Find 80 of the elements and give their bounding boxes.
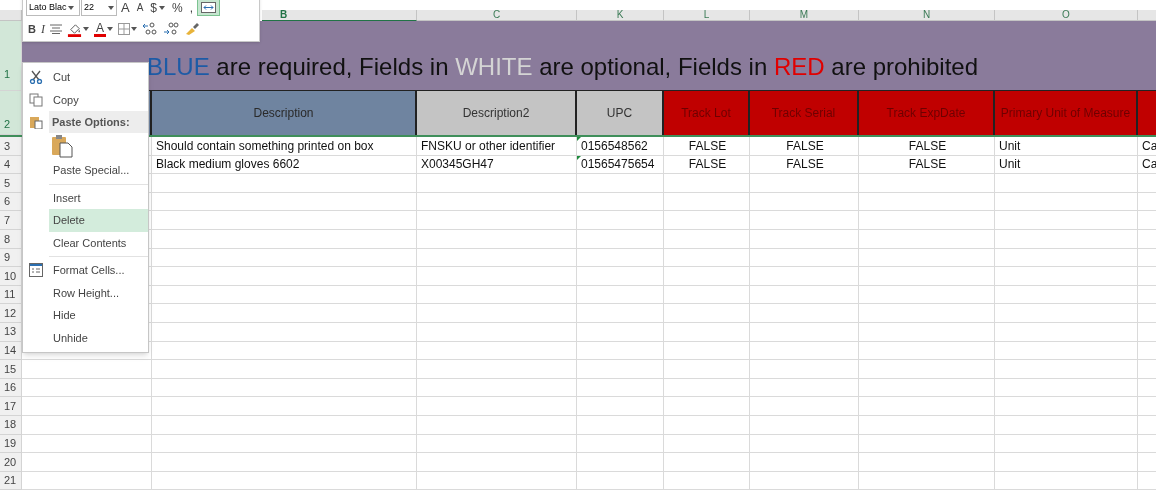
row-header[interactable]: 17 — [0, 397, 22, 416]
table-cell: FALSE — [750, 137, 859, 156]
format-button[interactable]: A — [118, 0, 133, 16]
borders-icon — [117, 23, 130, 35]
caret-icon — [106, 27, 113, 31]
column-header[interactable]: B — [262, 10, 417, 21]
row-header[interactable]: 5 — [0, 174, 22, 193]
table-cell: Black medium gloves 6602 — [152, 155, 417, 175]
clipboard-icon — [29, 115, 43, 129]
caret-icon — [67, 5, 74, 10]
merge-cells-icon — [201, 2, 217, 13]
table-cell: FALSE — [859, 137, 995, 156]
menu-item[interactable]: Insert — [49, 186, 148, 209]
header-cell: UPC — [577, 91, 664, 135]
menu-item[interactable]: Hide — [49, 304, 148, 327]
header-cell: Track Serial — [750, 91, 859, 135]
format-button[interactable]: A — [133, 0, 147, 16]
paste-icon[interactable] — [51, 134, 73, 158]
font-size-field[interactable]: 22 — [81, 0, 117, 16]
table-cell: Unit — [995, 155, 1138, 175]
merge-button[interactable] — [197, 0, 221, 16]
align-icon — [49, 24, 62, 34]
menu-item[interactable]: Unhide — [49, 326, 148, 349]
format-button[interactable]: $ — [147, 0, 169, 16]
menu-item[interactable]: Cut — [49, 66, 148, 89]
table-cell: FALSE — [859, 155, 995, 175]
format-button[interactable]: A — [91, 19, 115, 39]
row-header[interactable]: 20 — [0, 453, 22, 472]
header-cell: Primary Unit of Measure — [995, 91, 1138, 135]
column-header[interactable]: M — [750, 10, 859, 21]
header-cell: Track Lot — [664, 91, 750, 135]
column-header[interactable]: N — [859, 10, 995, 21]
column-header[interactable]: C — [417, 10, 577, 21]
format-button[interactable]: B — [26, 19, 38, 39]
menu-item[interactable]: Delete — [49, 209, 148, 232]
error-indicator-icon — [577, 155, 581, 160]
table-cell: 0156548562 — [577, 137, 664, 156]
row-header[interactable]: 15 — [0, 360, 22, 379]
table-cell: FALSE — [664, 155, 750, 175]
menu-item[interactable]: Row Height... — [49, 281, 148, 304]
format-button[interactable]: , — [186, 0, 197, 16]
format-button[interactable]: % — [169, 0, 186, 16]
menu-item[interactable]: Copy — [49, 88, 148, 111]
menu-section-header: Paste Options: — [49, 111, 148, 133]
format-cells-icon — [29, 263, 43, 278]
row-header[interactable]: 12 — [0, 304, 22, 323]
copy-icon — [29, 92, 43, 107]
table-cell: X00345GH47 — [417, 155, 577, 175]
table-cell: FALSE — [664, 137, 750, 156]
header-cell: Description — [152, 91, 417, 135]
menu-item[interactable]: Format Cells... — [49, 259, 148, 282]
caret-icon — [159, 5, 166, 10]
caret-icon — [108, 5, 114, 10]
table-cell: 01565475654 — [577, 155, 664, 175]
row-header[interactable]: 1 — [0, 21, 22, 91]
menu-item[interactable]: Clear Contents — [49, 231, 148, 254]
column-header[interactable]: K — [577, 10, 664, 21]
fill-color-icon — [66, 21, 82, 37]
row-header[interactable]: 2 — [0, 91, 22, 135]
table-cell: Should contain something printed on box — [152, 137, 417, 156]
header-cell: Description2 — [417, 91, 577, 135]
format-button[interactable]: I — [38, 19, 47, 39]
table-cell: Unit — [995, 137, 1138, 156]
error-indicator-icon — [577, 137, 581, 141]
row-header[interactable]: 10 — [0, 267, 22, 286]
header-cell: Track ExpDate — [859, 91, 995, 135]
row-header[interactable]: 3 — [0, 137, 22, 156]
font-name-field[interactable]: Lato Blac — [26, 0, 80, 16]
title-text: BLUE are required, Fields in WHITE are optional, Fields in RED are prohibited — [147, 52, 979, 82]
row-header[interactable]: 7 — [0, 211, 22, 230]
decrease-decimal-icon — [162, 22, 179, 36]
increase-decimal-icon — [141, 22, 158, 36]
table-cell: FNSKU or other identifier — [417, 137, 577, 156]
column-header[interactable]: O — [995, 10, 1138, 21]
scissors-icon — [29, 70, 43, 85]
table-cell: FALSE — [750, 155, 859, 175]
caret-icon — [130, 27, 137, 31]
column-header[interactable]: L — [664, 10, 750, 21]
caret-icon — [82, 27, 89, 31]
menu-item[interactable]: Paste Special... — [49, 159, 148, 182]
